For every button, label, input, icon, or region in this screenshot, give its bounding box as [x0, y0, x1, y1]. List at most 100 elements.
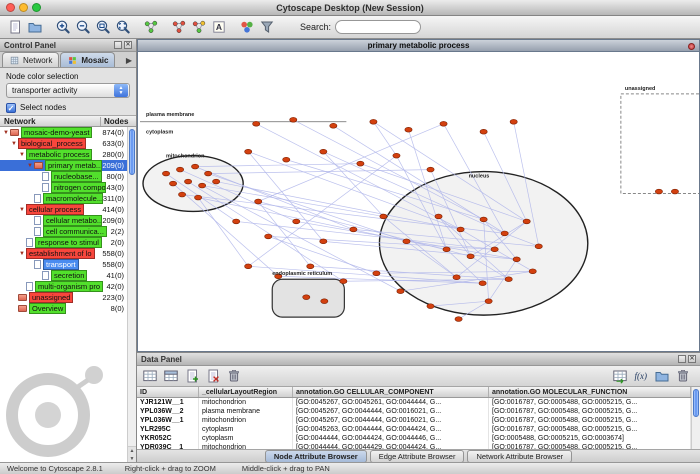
- tab-node-attribute-browser[interactable]: Node Attribute Browser: [265, 450, 367, 463]
- network-node[interactable]: [513, 257, 520, 262]
- network-node[interactable]: [455, 317, 462, 322]
- search-input[interactable]: [335, 20, 421, 34]
- network-node[interactable]: [485, 299, 492, 304]
- network-node[interactable]: [320, 239, 327, 244]
- overview-icon[interactable]: [142, 18, 160, 36]
- network-node[interactable]: [393, 153, 400, 158]
- tab-network-attribute-browser[interactable]: Network Attribute Browser: [467, 450, 572, 463]
- zoom-out-icon[interactable]: [74, 18, 92, 36]
- tree-row-macromolecule[interactable]: macromolecule...311(0): [0, 193, 127, 204]
- network-node[interactable]: [380, 214, 387, 219]
- float-panel-icon[interactable]: [114, 41, 122, 49]
- tree-row-secretion[interactable]: secretion41(0): [0, 270, 127, 281]
- network-edge[interactable]: [258, 202, 310, 267]
- network-node[interactable]: [479, 281, 486, 286]
- window-titlebar[interactable]: Cytoscape Desktop (New Session): [0, 0, 700, 16]
- network-node[interactable]: [523, 219, 530, 224]
- tab-edge-attribute-browser[interactable]: Edge Attribute Browser: [370, 450, 465, 463]
- table-row[interactable]: YLR295Ccytoplasm[GO:0045263, GO:0044444,…: [137, 425, 691, 434]
- network-node[interactable]: [435, 214, 442, 219]
- tree-row-response-to-stimul[interactable]: response to stimul2(0): [0, 237, 127, 248]
- network-node[interactable]: [303, 295, 310, 300]
- network-edge[interactable]: [256, 124, 460, 230]
- float-panel-icon[interactable]: [678, 355, 686, 363]
- view-close-icon[interactable]: [688, 43, 695, 50]
- network-node[interactable]: [467, 254, 474, 259]
- tree-row-biological-process[interactable]: ▼biological_process633(0): [0, 138, 127, 149]
- tree-row-unassigned[interactable]: unassigned223(0): [0, 292, 127, 303]
- network-node[interactable]: [265, 234, 272, 239]
- network-node[interactable]: [443, 247, 450, 252]
- network-edge[interactable]: [293, 120, 483, 220]
- network-node[interactable]: [199, 183, 206, 188]
- network-node[interactable]: [245, 264, 252, 269]
- network-node[interactable]: [505, 277, 512, 282]
- tree-row-metabolic-process[interactable]: ▼metabolic process280(0): [0, 149, 127, 160]
- tree-scrollbar[interactable]: ▲▼: [127, 127, 136, 462]
- network-node[interactable]: [321, 299, 328, 304]
- column-header[interactable]: annotation.GO CELLULAR_COMPONENT: [293, 387, 489, 397]
- network-canvas-svg[interactable]: plasma membranecytoplasmmitochondrionnuc…: [138, 52, 699, 351]
- network-edge[interactable]: [373, 122, 396, 156]
- table-scrollbar-thumb[interactable]: [693, 389, 699, 417]
- network-canvas[interactable]: plasma membranecytoplasmmitochondrionnuc…: [138, 52, 699, 351]
- network-node[interactable]: [290, 117, 297, 122]
- network-node[interactable]: [340, 279, 347, 284]
- network-node[interactable]: [427, 304, 434, 309]
- vizmapper-icon[interactable]: [238, 18, 256, 36]
- network-node[interactable]: [373, 271, 380, 276]
- network-node[interactable]: [293, 219, 300, 224]
- table-row[interactable]: YKR052Ccytoplasm[GO:0044444, GO:0044424,…: [137, 434, 691, 443]
- network-edge[interactable]: [198, 198, 248, 267]
- network-node[interactable]: [213, 179, 220, 184]
- network-node[interactable]: [655, 189, 662, 194]
- clear-attribute-icon[interactable]: [225, 367, 243, 385]
- network-node[interactable]: [397, 289, 404, 294]
- network-node[interactable]: [245, 149, 252, 154]
- expander-icon[interactable]: ▼: [10, 141, 18, 147]
- expander-icon[interactable]: ▼: [26, 163, 34, 169]
- hide-selected-icon[interactable]: [170, 18, 188, 36]
- tab-network[interactable]: Network: [2, 52, 59, 67]
- tree-row-multi-organism-pro[interactable]: multi-organism pro42(0): [0, 281, 127, 292]
- zoom-in-icon[interactable]: [54, 18, 72, 36]
- close-panel-icon[interactable]: ✕: [688, 355, 696, 363]
- network-node[interactable]: [320, 149, 327, 154]
- network-node[interactable]: [162, 171, 169, 176]
- open-folder-icon[interactable]: [653, 367, 671, 385]
- network-node[interactable]: [510, 119, 517, 124]
- delete-icon[interactable]: [674, 367, 692, 385]
- tree-row-cellular-metabo[interactable]: cellular metabo...209(0): [0, 215, 127, 226]
- network-node[interactable]: [191, 164, 198, 169]
- new-network-from-selection-icon[interactable]: [190, 18, 208, 36]
- select-nodes-checkbox[interactable]: ✓: [6, 103, 16, 113]
- tree-row-overview[interactable]: Overview8(0): [0, 303, 127, 314]
- network-node[interactable]: [535, 244, 542, 249]
- network-node[interactable]: [405, 127, 412, 132]
- network-node[interactable]: [357, 161, 364, 166]
- annotation-icon[interactable]: A: [210, 18, 228, 36]
- column-header[interactable]: ID: [137, 387, 199, 397]
- zoom-fit-icon[interactable]: [114, 18, 132, 36]
- expander-icon[interactable]: ▼: [18, 251, 26, 257]
- expander-icon[interactable]: ▼: [18, 152, 26, 158]
- network-node[interactable]: [491, 247, 498, 252]
- table-row[interactable]: YPL036W__2plasma membrane[GO:0045267, GO…: [137, 407, 691, 416]
- network-node[interactable]: [195, 195, 202, 200]
- network-view-titlebar[interactable]: primary metabolic process: [138, 40, 699, 52]
- import-attributes-icon[interactable]: [611, 367, 629, 385]
- network-node[interactable]: [350, 227, 357, 232]
- network-node[interactable]: [370, 119, 377, 124]
- function-builder-icon[interactable]: f(x): [632, 367, 650, 385]
- network-node[interactable]: [255, 199, 262, 204]
- table-row[interactable]: YDR039C__1mitochondrion[GO:0044444, GO:0…: [137, 443, 691, 449]
- close-panel-icon[interactable]: ✕: [124, 41, 132, 49]
- table-row[interactable]: YPL036W__1mitochondrion[GO:0045267, GO:0…: [137, 416, 691, 425]
- network-node[interactable]: [457, 227, 464, 232]
- network-node[interactable]: [233, 219, 240, 224]
- network-node[interactable]: [178, 192, 185, 197]
- tab-mosaic[interactable]: Mosaic: [60, 52, 115, 67]
- tree-row-primary-metab[interactable]: ▼primary metab...209(0): [0, 160, 127, 171]
- network-node[interactable]: [440, 121, 447, 126]
- new-attribute-icon[interactable]: [183, 367, 201, 385]
